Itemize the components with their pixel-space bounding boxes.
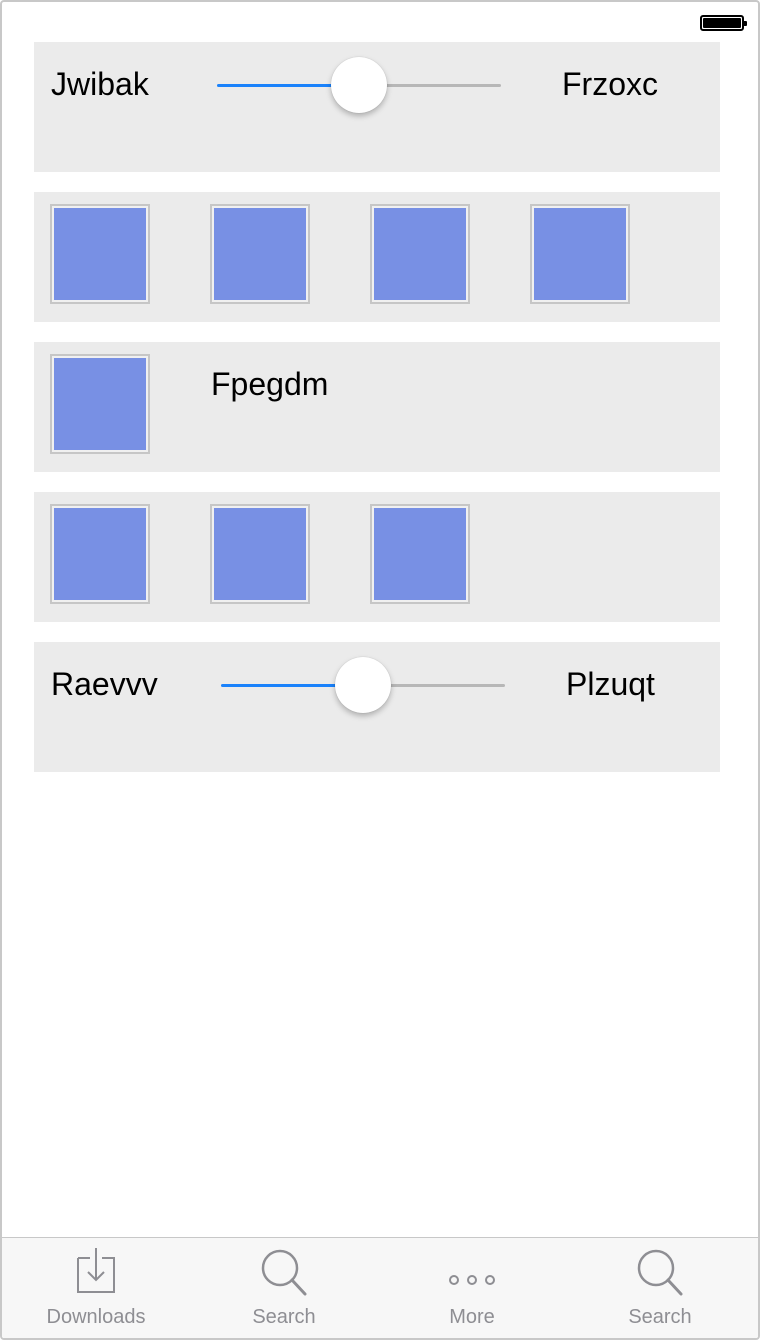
slider-row-bottom: Raevvv Plzuqt (34, 642, 720, 772)
phone-screen: Jwibak Frzoxc Fpegdm Raevvv Plzuqt Downl… (0, 0, 760, 1340)
slider-max-label: Plzuqt (566, 666, 655, 702)
slider-bottom[interactable] (221, 657, 505, 713)
tab-search[interactable]: Search (190, 1238, 378, 1338)
image-row-1 (34, 192, 720, 322)
slider-min-label: Raevvv (51, 666, 158, 702)
image-thumbnail[interactable] (210, 204, 310, 304)
search-icon (637, 1249, 683, 1296)
image-thumbnail[interactable] (370, 504, 470, 604)
slider-thumb[interactable] (335, 657, 391, 713)
tab-search-2[interactable]: Search (566, 1238, 754, 1338)
status-bar (2, 2, 758, 42)
tab-bar: Downloads Search More Search (2, 1237, 758, 1338)
tab-label: Search (628, 1306, 692, 1328)
image-thumbnail[interactable] (530, 204, 630, 304)
image-thumbnail[interactable] (370, 204, 470, 304)
downloads-icon (77, 1248, 115, 1293)
image-thumbnail[interactable] (50, 204, 150, 304)
tab-label: Downloads (46, 1306, 146, 1328)
slider-min-label: Jwibak (51, 66, 149, 102)
tab-more[interactable]: More (378, 1238, 566, 1338)
search-icon (261, 1249, 307, 1296)
slider-row-top: Jwibak Frzoxc (34, 42, 720, 172)
image-thumbnail[interactable] (210, 504, 310, 604)
slider-top[interactable] (217, 57, 501, 113)
image-thumbnail[interactable] (50, 354, 150, 454)
tab-label: More (449, 1306, 495, 1328)
row-label: Fpegdm (211, 366, 329, 402)
image-text-row: Fpegdm (34, 342, 720, 472)
tab-label: Search (252, 1306, 316, 1328)
image-row-2 (34, 492, 720, 622)
battery-icon (700, 15, 747, 31)
slider-max-label: Frzoxc (562, 66, 658, 102)
image-thumbnail[interactable] (50, 504, 150, 604)
more-icon (449, 1275, 495, 1285)
slider-thumb[interactable] (331, 57, 387, 113)
tab-downloads[interactable]: Downloads (2, 1238, 190, 1338)
